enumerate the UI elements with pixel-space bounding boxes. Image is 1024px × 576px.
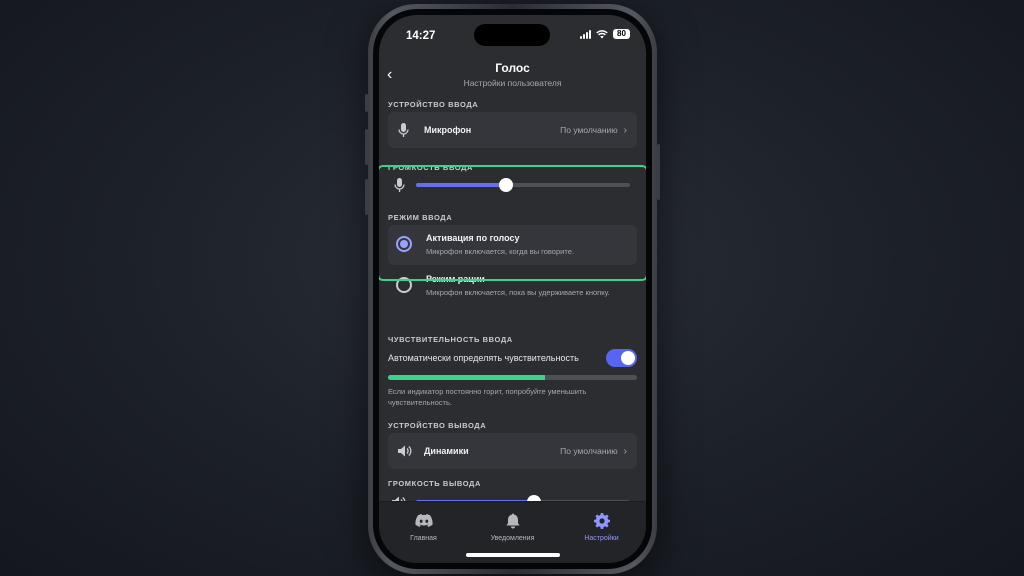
back-chevron-icon[interactable]: ‹ xyxy=(387,66,392,84)
input-mode-option-description: Микрофон включается, пока вы удерживаете… xyxy=(426,288,610,297)
discord-logo-icon xyxy=(414,512,433,530)
tab-label: Настройки xyxy=(584,535,619,542)
phone-frame: 14:27 80 ‹ Голос Настройки пользователя … xyxy=(365,4,660,574)
page-subtitle: Настройки пользователя xyxy=(463,78,562,88)
chevron-right-icon: › xyxy=(623,445,627,457)
tab-label: Уведомления xyxy=(490,535,535,542)
tab-bar: Главная Уведомления Настройки xyxy=(379,501,646,563)
mute-switch xyxy=(365,94,368,112)
input-device-label: Микрофон xyxy=(424,125,472,135)
input-device-value: По умолчанию xyxy=(560,125,618,135)
battery-indicator: 80 xyxy=(613,29,630,39)
cellular-signal-icon xyxy=(580,29,591,39)
status-time: 14:27 xyxy=(406,30,436,42)
page-title: Голос xyxy=(495,61,530,75)
volume-up-button xyxy=(365,129,368,165)
gear-icon xyxy=(593,512,610,530)
power-button xyxy=(657,144,660,200)
section-label-input-device: УСТРОЙСТВО ВВОДА xyxy=(388,100,479,109)
section-label-output-volume: ГРОМКОСТЬ ВЫВОДА xyxy=(388,479,482,488)
auto-sensitivity-label: Автоматически определять чувствительност… xyxy=(388,353,579,363)
output-device-row[interactable]: Динамики По умолчанию › xyxy=(388,433,637,469)
tab-home[interactable]: Главная xyxy=(384,512,464,563)
tab-settings[interactable]: Настройки xyxy=(562,512,642,563)
status-icons: 80 xyxy=(580,29,630,39)
section-label-sensitivity: ЧУВСТВИТЕЛЬНОСТЬ ВВОДА xyxy=(388,335,513,344)
home-indicator[interactable] xyxy=(465,553,560,557)
input-device-row[interactable]: Микрофон По умолчанию › xyxy=(388,112,637,148)
bell-icon xyxy=(506,512,520,530)
phone-bezel: 14:27 80 ‹ Голос Настройки пользователя … xyxy=(373,9,652,569)
section-label-output-device: УСТРОЙСТВО ВЫВОДА xyxy=(388,421,487,430)
tab-label: Главная xyxy=(410,535,437,542)
input-mode-highlight xyxy=(379,165,646,281)
sensitivity-level-fill xyxy=(388,375,545,380)
volume-down-button xyxy=(365,179,368,215)
sensitivity-level-bar xyxy=(388,375,637,380)
sensitivity-hint: Если индикатор постоянно горит, попробуй… xyxy=(388,387,587,407)
speaker-icon xyxy=(398,445,416,457)
output-device-label: Динамики xyxy=(424,446,469,456)
auto-sensitivity-toggle[interactable] xyxy=(606,349,637,367)
wifi-icon xyxy=(596,29,608,38)
auto-sensitivity-row[interactable]: Автоматически определять чувствительност… xyxy=(388,349,637,367)
page-header: ‹ Голос Настройки пользователя xyxy=(379,55,646,95)
microphone-icon xyxy=(398,123,416,137)
screen: 14:27 80 ‹ Голос Настройки пользователя … xyxy=(379,15,646,563)
chevron-right-icon: › xyxy=(623,124,627,136)
output-device-value: По умолчанию xyxy=(560,446,618,456)
status-bar: 14:27 80 xyxy=(379,15,646,51)
dynamic-island xyxy=(474,24,550,46)
